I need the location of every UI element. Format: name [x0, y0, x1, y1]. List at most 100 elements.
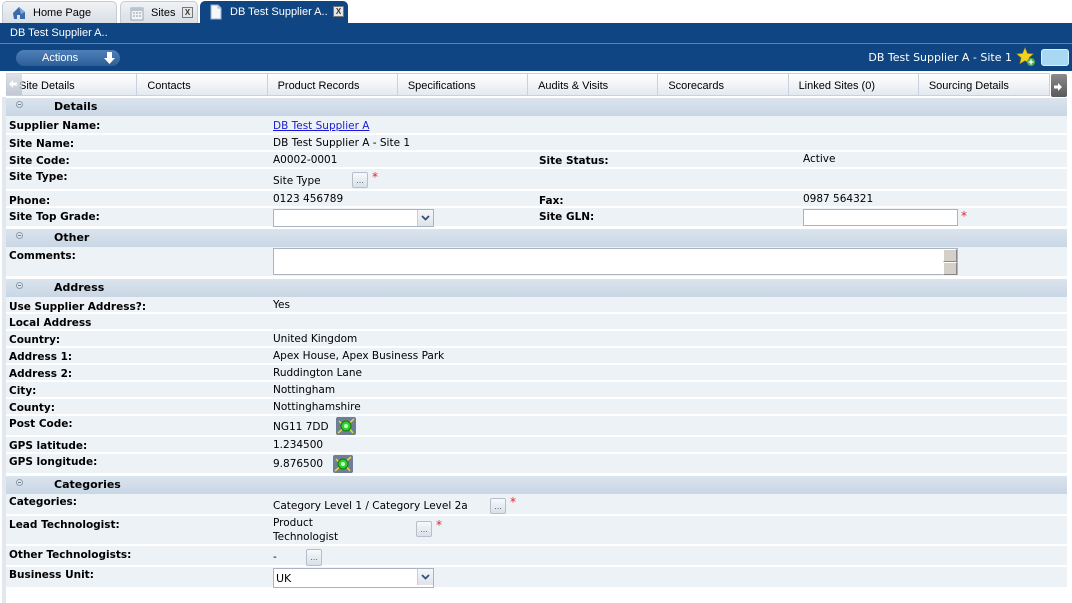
lead-technologist-label: Lead Technologist: [9, 519, 120, 531]
section-title: Other [54, 231, 90, 244]
collapse-icon[interactable] [16, 479, 23, 486]
address-1-label: Address 1: [9, 351, 73, 363]
county-label: County: [9, 402, 55, 414]
row-phone-fax: Phone: 0123 456789 Fax: 0987 564321 [6, 191, 1067, 208]
tab-db-test-supplier[interactable]: DB Test Supplier A.. X [200, 1, 348, 23]
row-comments: Comments: [6, 247, 1067, 278]
tab-product-records[interactable]: Product Records [268, 74, 398, 95]
notes-icon[interactable] [1041, 49, 1069, 66]
categories-label: Categories: [9, 496, 78, 508]
categories-value: Category Level 1 / Category Level 2a [273, 500, 468, 512]
tab-sites[interactable]: Sites X [120, 1, 198, 23]
calendar-icon [130, 7, 144, 21]
row-address-1: Address 1: Apex House, Apex Business Par… [6, 348, 1067, 365]
section-tabs: Site Details Contacts Product Records Sp… [6, 73, 1050, 96]
arrow-right-icon [1054, 83, 1062, 91]
section-header-other[interactable]: Other [6, 229, 1067, 247]
window-title: DB Test Supplier A.. [0, 23, 1072, 44]
other-technologists-lookup-button[interactable]: ... [306, 549, 322, 566]
site-type-lookup-button[interactable]: ... [352, 172, 368, 188]
tab-label: DB Test Supplier A.. [230, 6, 328, 18]
section-header-details[interactable]: Details [6, 98, 1067, 116]
section-title: Categories [54, 478, 121, 491]
site-status-value: Active [803, 153, 836, 165]
required-marker: * [510, 495, 516, 509]
section-header-categories[interactable]: Categories [6, 476, 1067, 494]
tab-label: Home Page [33, 6, 92, 19]
scroll-down-button[interactable] [943, 262, 957, 275]
phone-value: 0123 456789 [273, 193, 344, 205]
required-marker: * [436, 518, 442, 532]
business-unit-select[interactable]: UK [273, 568, 434, 588]
tab-contacts[interactable]: Contacts [137, 74, 268, 95]
gps-latitude-label: GPS latitude: [9, 440, 88, 452]
row-site-type: Site Type: Site Type ... * [6, 169, 1067, 191]
tab-sourcing-details[interactable]: Sourcing Details [919, 74, 1049, 95]
phone-label: Phone: [9, 195, 51, 207]
collapse-icon[interactable] [16, 101, 23, 108]
site-gln-input[interactable] [803, 209, 958, 226]
row-local-address: Local Address [6, 314, 1067, 331]
scroll-tabs-right-button[interactable] [1051, 74, 1067, 97]
map-locate-icon[interactable] [336, 417, 356, 435]
tab-home-page[interactable]: Home Page [2, 1, 117, 23]
collapse-icon[interactable] [16, 282, 23, 289]
row-gps-longitude: GPS longitude: 9.876500 [6, 454, 1067, 475]
dropdown-button[interactable] [417, 569, 433, 585]
site-gln-label: Site GLN: [539, 211, 595, 223]
scroll-tabs-left-button[interactable] [6, 73, 22, 95]
actions-button[interactable]: Actions [16, 50, 120, 66]
gps-longitude-label: GPS longitude: [9, 456, 98, 468]
use-supplier-address-label: Use Supplier Address?: [9, 301, 147, 313]
actions-label: Actions [42, 52, 79, 64]
comments-textarea[interactable] [273, 248, 958, 275]
tab-scorecards[interactable]: Scorecards [658, 74, 789, 95]
row-supplier-name: Supplier Name: DB Test Supplier A [6, 116, 1067, 135]
site-type-label: Site Type: [9, 171, 68, 183]
section-header-address[interactable]: Address [6, 279, 1067, 297]
categories-lookup-button[interactable]: ... [490, 498, 506, 514]
site-details-form: Details Supplier Name: DB Test Supplier … [6, 97, 1067, 589]
row-business-unit: Business Unit: UK [6, 567, 1067, 589]
map-locate-icon[interactable] [333, 455, 353, 473]
dropdown-button[interactable] [417, 210, 433, 226]
other-technologists-label: Other Technologists: [9, 549, 132, 561]
tab-audits-visits[interactable]: Audits & Visits [528, 74, 659, 95]
site-top-grade-label: Site Top Grade: [9, 211, 100, 223]
lead-technologist-lookup-button[interactable]: ... [416, 521, 432, 537]
collapse-icon[interactable] [16, 232, 23, 239]
country-label: Country: [9, 334, 61, 346]
site-name-value: DB Test Supplier A - Site 1 [273, 137, 411, 149]
required-marker: * [372, 170, 378, 184]
row-site-name: Site Name: DB Test Supplier A - Site 1 [6, 135, 1067, 152]
row-categories: Categories: Category Level 1 / Category … [6, 494, 1067, 516]
post-code-value: NG11 7DD [273, 421, 329, 433]
site-type-value: Site Type [273, 175, 321, 187]
add-favourite-icon[interactable] [1016, 47, 1036, 67]
lead-technologist-line-2: Technologist [273, 531, 339, 543]
country-value: United Kingdom [273, 333, 358, 345]
tab-linked-sites[interactable]: Linked Sites (0) [789, 74, 919, 95]
post-code-label: Post Code: [9, 418, 73, 430]
section-title: Details [54, 100, 98, 113]
address-2-value: Ruddington Lane [273, 367, 362, 379]
chevron-down-icon [421, 574, 430, 580]
gps-longitude-value: 9.876500 [273, 458, 324, 470]
site-top-grade-select[interactable] [273, 209, 434, 227]
tab-label: Sites [151, 6, 176, 19]
close-tab-button[interactable]: X [182, 7, 193, 18]
fax-label: Fax: [539, 195, 564, 207]
site-code-label: Site Code: [9, 155, 70, 167]
tab-strip: Home Page Sites X DB Test Supplier A.. X [0, 0, 1072, 23]
close-tab-button[interactable]: X [333, 6, 344, 17]
tab-specifications[interactable]: Specifications [398, 74, 529, 95]
supplier-name-label: Supplier Name: [9, 120, 101, 132]
fax-value: 0987 564321 [803, 193, 874, 205]
city-value: Nottingham [273, 384, 336, 396]
tab-site-details[interactable]: Site Details [7, 74, 138, 95]
supplier-name-link[interactable]: DB Test Supplier A [273, 120, 369, 132]
local-address-label: Local Address [9, 317, 92, 329]
county-value: Nottinghamshire [273, 401, 361, 413]
scroll-up-button[interactable] [943, 249, 957, 262]
row-lead-technologist: Lead Technologist: Product Technologist … [6, 516, 1067, 546]
